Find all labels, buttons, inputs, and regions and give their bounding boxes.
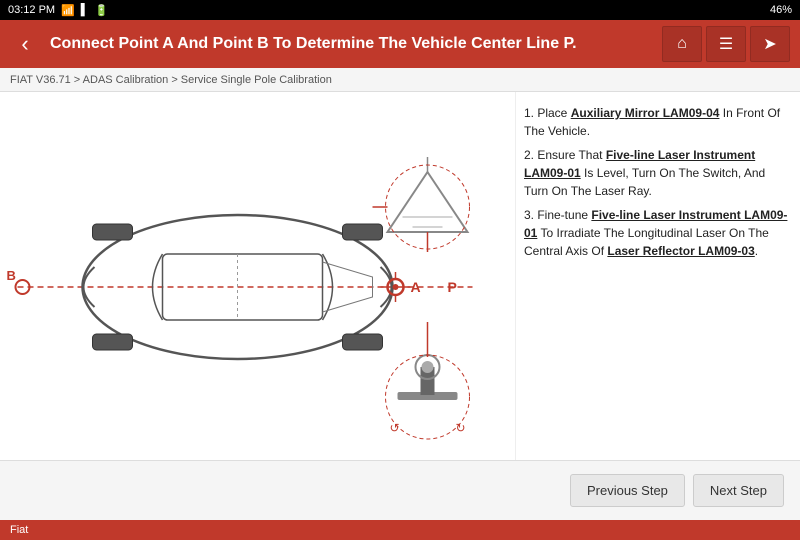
next-step-button[interactable]: Next Step xyxy=(693,474,784,507)
header: ‹ Connect Point A And Point B To Determi… xyxy=(0,20,800,68)
breadcrumb: FIAT V36.71 > ADAS Calibration > Service… xyxy=(0,68,800,92)
brand-label: Fiat xyxy=(10,524,28,536)
back-button[interactable]: ‹ xyxy=(10,31,40,57)
instruction-step2: 2. Ensure That Five-line Laser Instrumen… xyxy=(524,146,788,200)
battery-percent: 46% xyxy=(770,4,792,16)
point-a-label: A xyxy=(411,279,421,295)
diagram-area: B xyxy=(0,92,515,460)
footer: Previous Step Next Step xyxy=(0,460,800,520)
battery-status-icon: 🔋 xyxy=(95,4,109,17)
wifi-icon: 📶 xyxy=(61,4,75,17)
export-button[interactable]: ➤ xyxy=(750,26,790,62)
header-nav-buttons: ⌂ ☰ ➤ xyxy=(662,26,790,62)
instruction-step1: 1. Place Auxiliary Mirror LAM09-04 In Fr… xyxy=(524,104,788,140)
home-button[interactable]: ⌂ xyxy=(662,26,702,62)
svg-text:↻: ↻ xyxy=(456,421,466,435)
svg-text:↺: ↺ xyxy=(390,421,400,435)
main-content: B xyxy=(0,92,800,460)
auxiliary-mirror-link: Auxiliary Mirror LAM09-04 xyxy=(571,106,720,120)
point-b-label: B xyxy=(7,268,16,283)
status-bar: 03:12 PM 📶 ▌ 🔋 46% xyxy=(0,0,800,20)
adas-button[interactable]: ☰ xyxy=(706,26,746,62)
signal-icon: ▌ xyxy=(81,4,89,16)
point-p-label: P xyxy=(448,279,457,295)
previous-step-button[interactable]: Previous Step xyxy=(570,474,685,507)
laser-reflector-link: Laser Reflector LAM09-03 xyxy=(607,244,754,258)
bottom-bar: Fiat xyxy=(0,520,800,540)
car-diagram-svg: B xyxy=(0,92,515,460)
instruction-step3: 3. Fine-tune Five-line Laser Instrument … xyxy=(524,206,788,260)
instructions-panel: 1. Place Auxiliary Mirror LAM09-04 In Fr… xyxy=(515,92,800,460)
page-title: Connect Point A And Point B To Determine… xyxy=(50,35,652,53)
breadcrumb-text: FIAT V36.71 > ADAS Calibration > Service… xyxy=(10,74,332,86)
time-display: 03:12 PM xyxy=(8,4,55,16)
